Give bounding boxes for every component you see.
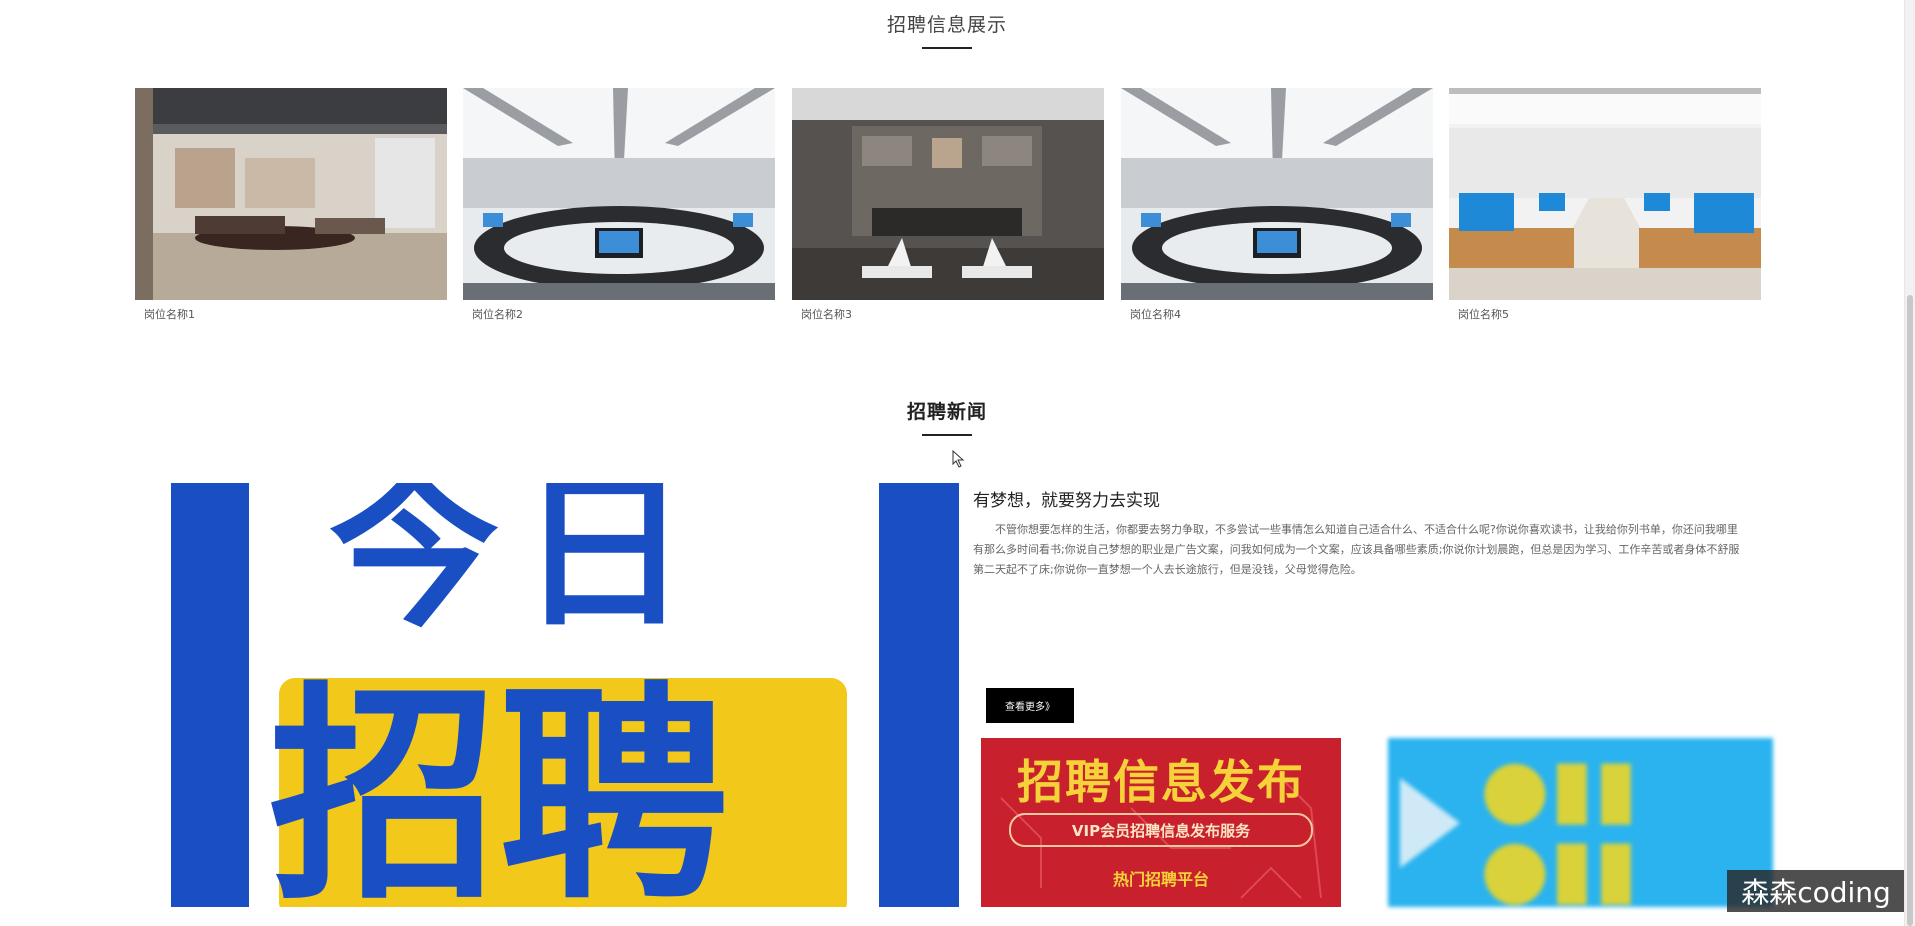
watermark: 森森coding	[1727, 870, 1905, 912]
job-name[interactable]: 岗位名称2	[472, 306, 523, 322]
job-card[interactable]: 岗位名称3	[792, 88, 1104, 324]
banner-red-subtitle: 热门招聘平台	[1112, 870, 1209, 889]
poster-text-main: 招聘	[269, 664, 730, 908]
banner-red-pill: VIP会员招聘信息发布服务	[1009, 813, 1313, 847]
jobs-section-underline	[922, 47, 972, 49]
news-poster-image[interactable]: 今日 招聘	[171, 483, 959, 907]
news-article-body: 不管你想要怎样的生活，你都要去努力争取，不多尝试一些事情怎么知道自己适合什么、不…	[973, 523, 1740, 576]
executive-office-image[interactable]	[792, 88, 1104, 300]
mouse-cursor-icon	[952, 450, 965, 468]
job-card[interactable]: 岗位名称1	[135, 88, 447, 324]
computer-lab-image[interactable]	[463, 88, 775, 300]
recruit-banner-red[interactable]: 招聘信息发布 VIP会员招聘信息发布服务 热门招聘平台	[981, 738, 1341, 907]
computer-lab-image[interactable]	[1121, 88, 1433, 300]
office-lounge-image[interactable]	[135, 88, 447, 300]
poster-text-top: 今日	[329, 483, 710, 651]
news-article-title[interactable]: 有梦想，就要努力去实现	[973, 486, 1160, 511]
news-section-title: 招聘新闻	[906, 401, 987, 423]
job-name[interactable]: 岗位名称4	[1130, 306, 1181, 322]
banner-blue-graphic: ●▮▮ ●▮▮	[1480, 741, 1638, 908]
banner-red-title: 招聘信息发布	[1017, 755, 1305, 809]
view-more-button[interactable]: 查看更多》	[986, 688, 1074, 723]
news-section-underline	[922, 434, 972, 436]
jobs-section-title: 招聘信息展示	[886, 14, 1007, 36]
job-name[interactable]: 岗位名称1	[144, 306, 195, 322]
job-card[interactable]: 岗位名称2	[463, 88, 775, 324]
scrollbar[interactable]	[1904, 0, 1915, 926]
scrollbar-thumb[interactable]	[1907, 295, 1913, 926]
recruit-banner-blue[interactable]: ●▮▮ ●▮▮	[1388, 738, 1773, 907]
job-name[interactable]: 岗位名称3	[801, 306, 852, 322]
job-card[interactable]: 岗位名称4	[1121, 88, 1433, 324]
job-card[interactable]: 岗位名称5	[1449, 88, 1761, 324]
classroom-pc-image[interactable]	[1449, 88, 1761, 300]
job-name[interactable]: 岗位名称5	[1458, 306, 1509, 322]
